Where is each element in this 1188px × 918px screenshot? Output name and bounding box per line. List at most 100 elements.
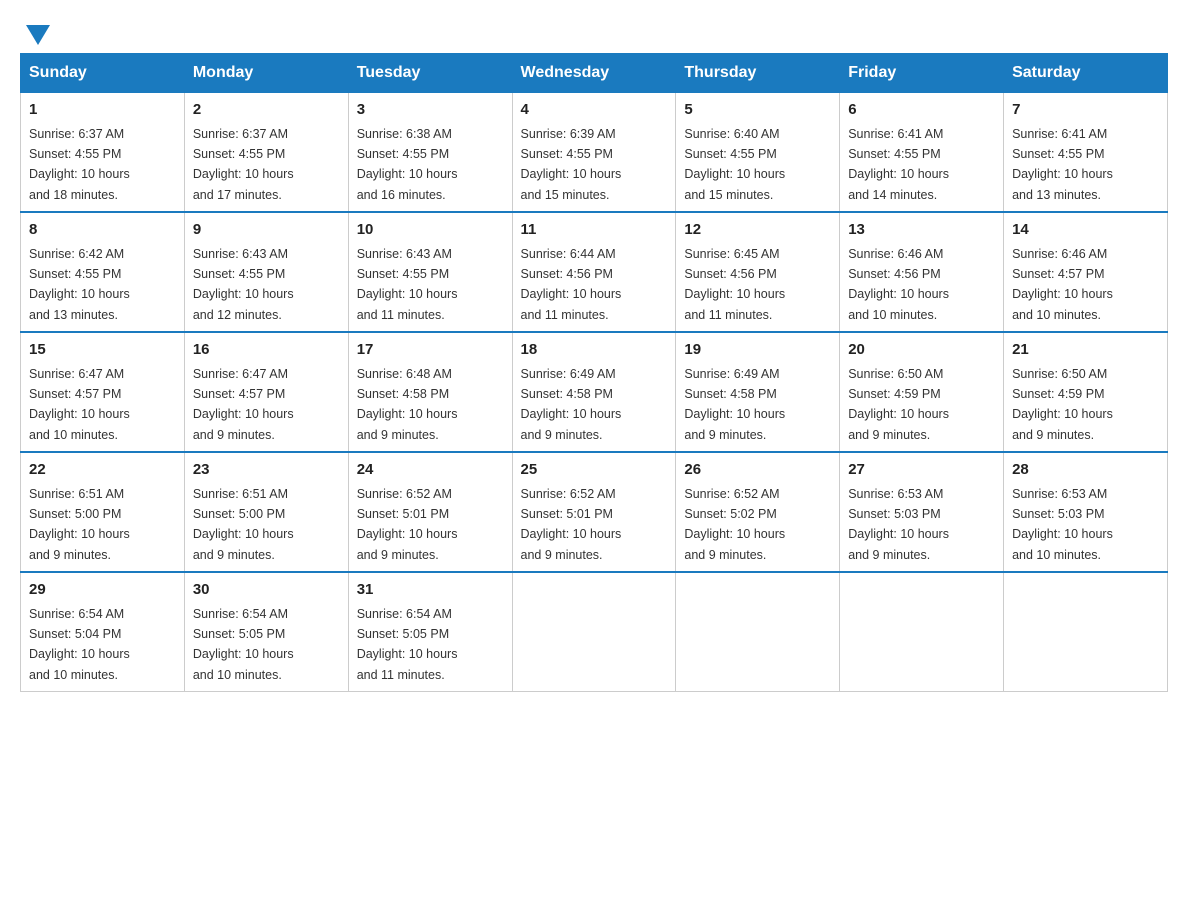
day-info: Sunrise: 6:50 AMSunset: 4:59 PMDaylight:…: [1012, 367, 1113, 442]
day-number: 24: [357, 459, 504, 482]
day-info: Sunrise: 6:52 AMSunset: 5:01 PMDaylight:…: [521, 487, 622, 562]
calendar-table: SundayMondayTuesdayWednesdayThursdayFrid…: [20, 53, 1168, 692]
calendar-cell: [512, 572, 676, 692]
day-info: Sunrise: 6:43 AMSunset: 4:55 PMDaylight:…: [193, 247, 294, 322]
calendar-cell: 22 Sunrise: 6:51 AMSunset: 5:00 PMDaylig…: [21, 452, 185, 572]
calendar-cell: 26 Sunrise: 6:52 AMSunset: 5:02 PMDaylig…: [676, 452, 840, 572]
day-number: 13: [848, 219, 995, 242]
day-info: Sunrise: 6:52 AMSunset: 5:02 PMDaylight:…: [684, 487, 785, 562]
calendar-cell: 25 Sunrise: 6:52 AMSunset: 5:01 PMDaylig…: [512, 452, 676, 572]
day-number: 12: [684, 219, 831, 242]
calendar-cell: [676, 572, 840, 692]
day-info: Sunrise: 6:49 AMSunset: 4:58 PMDaylight:…: [684, 367, 785, 442]
day-info: Sunrise: 6:42 AMSunset: 4:55 PMDaylight:…: [29, 247, 130, 322]
day-number: 9: [193, 219, 340, 242]
day-number: 22: [29, 459, 176, 482]
calendar-cell: 3 Sunrise: 6:38 AMSunset: 4:55 PMDayligh…: [348, 93, 512, 213]
calendar-cell: 16 Sunrise: 6:47 AMSunset: 4:57 PMDaylig…: [184, 332, 348, 452]
day-info: Sunrise: 6:50 AMSunset: 4:59 PMDaylight:…: [848, 367, 949, 442]
calendar-cell: 5 Sunrise: 6:40 AMSunset: 4:55 PMDayligh…: [676, 93, 840, 213]
calendar-week-2: 8 Sunrise: 6:42 AMSunset: 4:55 PMDayligh…: [21, 212, 1168, 332]
day-number: 20: [848, 339, 995, 362]
calendar-cell: 15 Sunrise: 6:47 AMSunset: 4:57 PMDaylig…: [21, 332, 185, 452]
calendar-cell: 1 Sunrise: 6:37 AMSunset: 4:55 PMDayligh…: [21, 93, 185, 213]
header-day-friday: Friday: [840, 54, 1004, 93]
calendar-cell: 4 Sunrise: 6:39 AMSunset: 4:55 PMDayligh…: [512, 93, 676, 213]
day-number: 29: [29, 579, 176, 602]
day-info: Sunrise: 6:51 AMSunset: 5:00 PMDaylight:…: [193, 487, 294, 562]
day-number: 25: [521, 459, 668, 482]
day-number: 2: [193, 99, 340, 122]
day-info: Sunrise: 6:39 AMSunset: 4:55 PMDaylight:…: [521, 127, 622, 202]
day-info: Sunrise: 6:47 AMSunset: 4:57 PMDaylight:…: [193, 367, 294, 442]
calendar-cell: [1004, 572, 1168, 692]
day-info: Sunrise: 6:41 AMSunset: 4:55 PMDaylight:…: [1012, 127, 1113, 202]
logo-triangle-icon: [26, 25, 50, 45]
day-info: Sunrise: 6:41 AMSunset: 4:55 PMDaylight:…: [848, 127, 949, 202]
calendar-cell: 9 Sunrise: 6:43 AMSunset: 4:55 PMDayligh…: [184, 212, 348, 332]
day-number: 14: [1012, 219, 1159, 242]
calendar-week-3: 15 Sunrise: 6:47 AMSunset: 4:57 PMDaylig…: [21, 332, 1168, 452]
day-number: 26: [684, 459, 831, 482]
day-info: Sunrise: 6:48 AMSunset: 4:58 PMDaylight:…: [357, 367, 458, 442]
day-info: Sunrise: 6:46 AMSunset: 4:57 PMDaylight:…: [1012, 247, 1113, 322]
header-day-thursday: Thursday: [676, 54, 840, 93]
day-number: 7: [1012, 99, 1159, 122]
day-number: 1: [29, 99, 176, 122]
calendar-body: 1 Sunrise: 6:37 AMSunset: 4:55 PMDayligh…: [21, 93, 1168, 692]
day-info: Sunrise: 6:54 AMSunset: 5:05 PMDaylight:…: [193, 607, 294, 682]
day-number: 4: [521, 99, 668, 122]
calendar-cell: [840, 572, 1004, 692]
calendar-week-5: 29 Sunrise: 6:54 AMSunset: 5:04 PMDaylig…: [21, 572, 1168, 692]
calendar-cell: 21 Sunrise: 6:50 AMSunset: 4:59 PMDaylig…: [1004, 332, 1168, 452]
calendar-cell: 12 Sunrise: 6:45 AMSunset: 4:56 PMDaylig…: [676, 212, 840, 332]
logo: [20, 20, 50, 43]
calendar-cell: 18 Sunrise: 6:49 AMSunset: 4:58 PMDaylig…: [512, 332, 676, 452]
calendar-cell: 31 Sunrise: 6:54 AMSunset: 5:05 PMDaylig…: [348, 572, 512, 692]
day-number: 6: [848, 99, 995, 122]
day-info: Sunrise: 6:38 AMSunset: 4:55 PMDaylight:…: [357, 127, 458, 202]
header-day-wednesday: Wednesday: [512, 54, 676, 93]
day-info: Sunrise: 6:54 AMSunset: 5:05 PMDaylight:…: [357, 607, 458, 682]
day-info: Sunrise: 6:40 AMSunset: 4:55 PMDaylight:…: [684, 127, 785, 202]
day-number: 16: [193, 339, 340, 362]
calendar-cell: 10 Sunrise: 6:43 AMSunset: 4:55 PMDaylig…: [348, 212, 512, 332]
day-info: Sunrise: 6:49 AMSunset: 4:58 PMDaylight:…: [521, 367, 622, 442]
calendar-cell: 11 Sunrise: 6:44 AMSunset: 4:56 PMDaylig…: [512, 212, 676, 332]
calendar-cell: 19 Sunrise: 6:49 AMSunset: 4:58 PMDaylig…: [676, 332, 840, 452]
calendar-cell: 29 Sunrise: 6:54 AMSunset: 5:04 PMDaylig…: [21, 572, 185, 692]
header-row: SundayMondayTuesdayWednesdayThursdayFrid…: [21, 54, 1168, 93]
day-info: Sunrise: 6:47 AMSunset: 4:57 PMDaylight:…: [29, 367, 130, 442]
logo-blue-text: [20, 25, 50, 43]
day-number: 10: [357, 219, 504, 242]
calendar-cell: 8 Sunrise: 6:42 AMSunset: 4:55 PMDayligh…: [21, 212, 185, 332]
day-info: Sunrise: 6:37 AMSunset: 4:55 PMDaylight:…: [193, 127, 294, 202]
calendar-cell: 14 Sunrise: 6:46 AMSunset: 4:57 PMDaylig…: [1004, 212, 1168, 332]
calendar-cell: 20 Sunrise: 6:50 AMSunset: 4:59 PMDaylig…: [840, 332, 1004, 452]
day-number: 19: [684, 339, 831, 362]
day-number: 27: [848, 459, 995, 482]
calendar-header: SundayMondayTuesdayWednesdayThursdayFrid…: [21, 54, 1168, 93]
day-number: 28: [1012, 459, 1159, 482]
day-number: 3: [357, 99, 504, 122]
calendar-cell: 27 Sunrise: 6:53 AMSunset: 5:03 PMDaylig…: [840, 452, 1004, 572]
header-day-tuesday: Tuesday: [348, 54, 512, 93]
calendar-cell: 6 Sunrise: 6:41 AMSunset: 4:55 PMDayligh…: [840, 93, 1004, 213]
day-info: Sunrise: 6:37 AMSunset: 4:55 PMDaylight:…: [29, 127, 130, 202]
day-number: 17: [357, 339, 504, 362]
day-number: 5: [684, 99, 831, 122]
calendar-cell: 28 Sunrise: 6:53 AMSunset: 5:03 PMDaylig…: [1004, 452, 1168, 572]
page-header: [20, 20, 1168, 43]
calendar-cell: 24 Sunrise: 6:52 AMSunset: 5:01 PMDaylig…: [348, 452, 512, 572]
day-number: 18: [521, 339, 668, 362]
calendar-cell: 30 Sunrise: 6:54 AMSunset: 5:05 PMDaylig…: [184, 572, 348, 692]
header-day-saturday: Saturday: [1004, 54, 1168, 93]
day-number: 30: [193, 579, 340, 602]
calendar-cell: 2 Sunrise: 6:37 AMSunset: 4:55 PMDayligh…: [184, 93, 348, 213]
calendar-week-4: 22 Sunrise: 6:51 AMSunset: 5:00 PMDaylig…: [21, 452, 1168, 572]
calendar-week-1: 1 Sunrise: 6:37 AMSunset: 4:55 PMDayligh…: [21, 93, 1168, 213]
day-info: Sunrise: 6:54 AMSunset: 5:04 PMDaylight:…: [29, 607, 130, 682]
calendar-cell: 13 Sunrise: 6:46 AMSunset: 4:56 PMDaylig…: [840, 212, 1004, 332]
day-number: 23: [193, 459, 340, 482]
day-info: Sunrise: 6:53 AMSunset: 5:03 PMDaylight:…: [848, 487, 949, 562]
